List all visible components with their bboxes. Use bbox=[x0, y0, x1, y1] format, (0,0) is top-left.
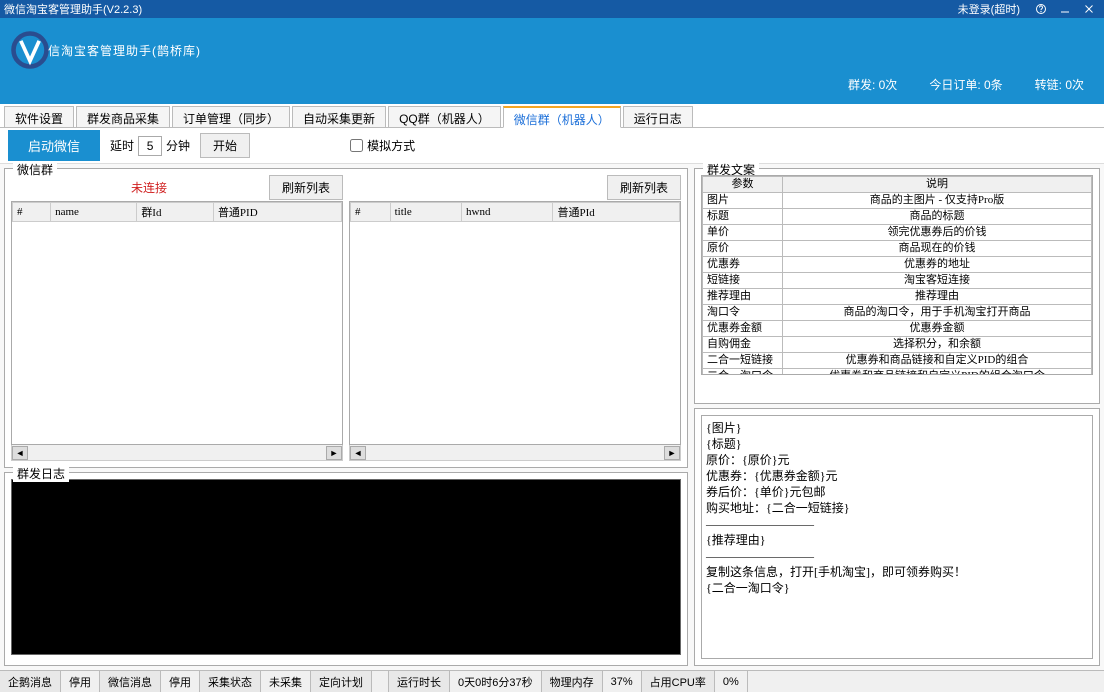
app-title: 信淘宝客管理助手(鹊桥库) bbox=[0, 18, 1104, 72]
status-label: 物理内存 bbox=[542, 671, 603, 692]
tab-6[interactable]: 运行日志 bbox=[623, 106, 693, 127]
minimize-button[interactable] bbox=[1054, 2, 1076, 16]
param-row[interactable]: 标题商品的标题 bbox=[703, 209, 1092, 225]
weixin-group-title: 微信群 bbox=[13, 161, 57, 178]
param-row[interactable]: 二合一淘口令优惠券和商品链接和自定义PID的组合淘口令 bbox=[703, 369, 1092, 376]
param-row[interactable]: 单价领完优惠券后的价钱 bbox=[703, 225, 1092, 241]
help-button[interactable] bbox=[1030, 2, 1052, 16]
delay-label: 延时 分钟 bbox=[110, 136, 190, 156]
param-table-container[interactable]: 参数 说明 图片商品的主图片 - 仅支持Pro版标题商品的标题单价领完优惠券后的… bbox=[701, 175, 1093, 375]
status-bar: 企鹅消息停用微信消息停用采集状态未采集定向计划运行时长0天0时6分37秒物理内存… bbox=[0, 670, 1104, 692]
login-status: 未登录(超时) bbox=[958, 1, 1020, 17]
tab-1[interactable]: 群发商品采集 bbox=[76, 106, 170, 127]
status-label: 微信消息 bbox=[100, 671, 161, 692]
status-value: 0% bbox=[715, 671, 748, 692]
tab-5[interactable]: 微信群（机器人） bbox=[503, 106, 621, 128]
param-row[interactable]: 短链接淘宝客短连接 bbox=[703, 273, 1092, 289]
status-label: 企鹅消息 bbox=[0, 671, 61, 692]
weixin-group: 微信群 未连接 刷新列表 #name群Id普通PID ◄► 刷新列表 #titl… bbox=[4, 168, 688, 468]
col-header[interactable]: title bbox=[390, 203, 461, 222]
param-row[interactable]: 优惠券优惠券的地址 bbox=[703, 257, 1092, 273]
connection-status: 未连接 bbox=[11, 179, 167, 196]
window-title: 微信淘宝客管理助手(V2.2.3) bbox=[4, 1, 958, 17]
start-weixin-button[interactable]: 启动微信 bbox=[8, 130, 100, 161]
col-header[interactable]: hwnd bbox=[462, 203, 553, 222]
log-group-title: 群发日志 bbox=[13, 465, 69, 482]
template-edit-group bbox=[694, 408, 1100, 666]
col-header[interactable]: name bbox=[51, 203, 137, 222]
template-textarea[interactable] bbox=[701, 415, 1093, 659]
param-row[interactable]: 淘口令商品的淘口令，用于手机淘宝打开商品 bbox=[703, 305, 1092, 321]
stat-dingdan: 今日订单: 0条 bbox=[929, 76, 1002, 93]
status-value: 未采集 bbox=[261, 671, 311, 692]
log-group: 群发日志 bbox=[4, 472, 688, 666]
tab-2[interactable]: 订单管理（同步） bbox=[172, 106, 290, 127]
header-stats: 群发: 0次 今日订单: 0条 转链: 0次 bbox=[0, 72, 1104, 95]
header: 信淘宝客管理助手(鹊桥库) 群发: 0次 今日订单: 0条 转链: 0次 bbox=[0, 18, 1104, 104]
status-label: 占用CPU率 bbox=[642, 671, 715, 692]
param-row[interactable]: 推荐理由推荐理由 bbox=[703, 289, 1092, 305]
status-value: 停用 bbox=[61, 671, 100, 692]
h-scrollbar-left[interactable]: ◄► bbox=[11, 445, 343, 461]
h-scrollbar-right[interactable]: ◄► bbox=[349, 445, 681, 461]
right-list-table[interactable]: #titlehwnd普通PId bbox=[349, 201, 681, 445]
param-row[interactable]: 自购佣金选择积分，和余额 bbox=[703, 337, 1092, 353]
col-header[interactable]: 群Id bbox=[137, 203, 214, 222]
refresh-list-left-button[interactable]: 刷新列表 bbox=[269, 175, 343, 200]
title-bar: 微信淘宝客管理助手(V2.2.3) 未登录(超时) bbox=[0, 0, 1104, 18]
col-header[interactable]: 普通PId bbox=[553, 203, 680, 222]
param-row[interactable]: 图片商品的主图片 - 仅支持Pro版 bbox=[703, 193, 1092, 209]
col-header[interactable]: 普通PID bbox=[213, 203, 341, 222]
param-row[interactable]: 优惠券金额优惠券金额 bbox=[703, 321, 1092, 337]
col-header[interactable]: # bbox=[13, 203, 51, 222]
stat-zhuanlian: 转链: 0次 bbox=[1035, 76, 1084, 93]
status-label: 运行时长 bbox=[389, 671, 450, 692]
template-group: 群发文案 参数 说明 图片商品的主图片 - 仅支持Pro版标题商品的标题单价领完… bbox=[694, 168, 1100, 404]
param-header-name: 参数 bbox=[703, 177, 783, 193]
logo-icon bbox=[8, 28, 52, 72]
stat-qunfa: 群发: 0次 bbox=[848, 76, 897, 93]
toolbar: 启动微信 延时 分钟 开始 模拟方式 bbox=[0, 128, 1104, 164]
delay-input[interactable] bbox=[138, 136, 162, 156]
tab-4[interactable]: QQ群（机器人） bbox=[388, 106, 501, 127]
param-row[interactable]: 二合一短链接优惠券和商品链接和自定义PID的组合 bbox=[703, 353, 1092, 369]
refresh-list-right-button[interactable]: 刷新列表 bbox=[607, 175, 681, 200]
status-value: 0天0时6分37秒 bbox=[450, 671, 542, 692]
status-value: 37% bbox=[603, 671, 642, 692]
close-button[interactable] bbox=[1078, 2, 1100, 16]
simulate-checkbox[interactable] bbox=[350, 139, 363, 152]
status-value bbox=[372, 671, 389, 692]
param-header-desc: 说明 bbox=[783, 177, 1092, 193]
simulate-checkbox-label[interactable]: 模拟方式 bbox=[350, 137, 415, 154]
tab-0[interactable]: 软件设置 bbox=[4, 106, 74, 127]
log-area[interactable] bbox=[11, 479, 681, 655]
status-label: 采集状态 bbox=[200, 671, 261, 692]
col-header[interactable]: # bbox=[351, 203, 391, 222]
content: 微信群 未连接 刷新列表 #name群Id普通PID ◄► 刷新列表 #titl… bbox=[0, 164, 1104, 670]
left-list-table[interactable]: #name群Id普通PID bbox=[11, 201, 343, 445]
status-label: 定向计划 bbox=[311, 671, 372, 692]
tab-3[interactable]: 自动采集更新 bbox=[292, 106, 386, 127]
start-button[interactable]: 开始 bbox=[200, 133, 250, 158]
param-row[interactable]: 原价商品现在的价钱 bbox=[703, 241, 1092, 257]
status-value: 停用 bbox=[161, 671, 200, 692]
main-tabs: 软件设置群发商品采集订单管理（同步）自动采集更新QQ群（机器人）微信群（机器人）… bbox=[0, 104, 1104, 128]
